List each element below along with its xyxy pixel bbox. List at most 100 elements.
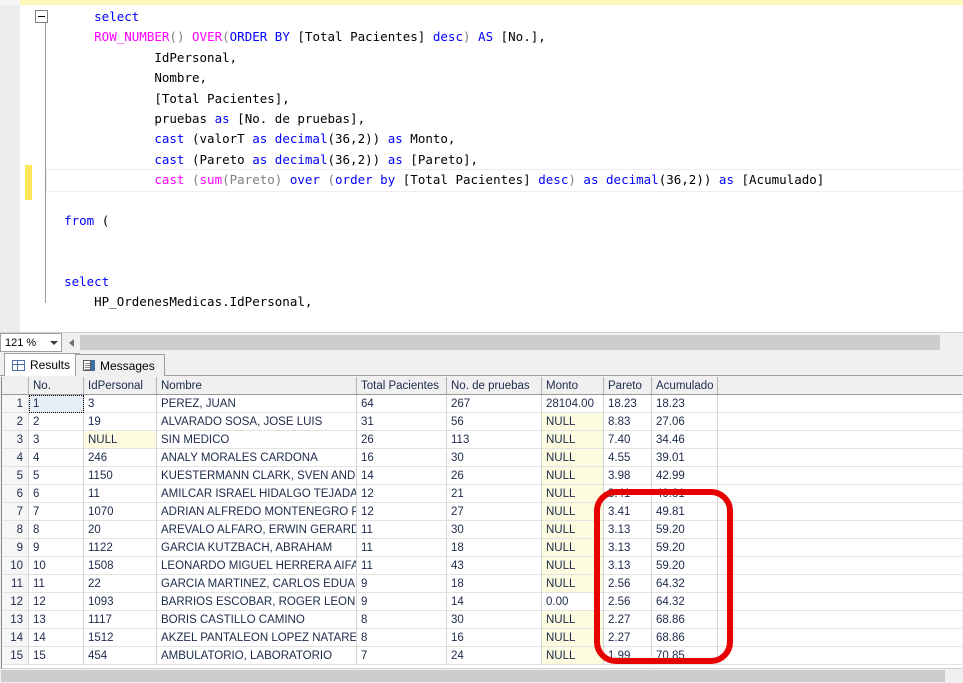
cell-no[interactable]: 15	[29, 647, 84, 665]
code-line-5[interactable]: [Total Pacientes],	[47, 89, 963, 109]
cell-pruebas[interactable]: 18	[447, 539, 542, 557]
cell-idpersonal[interactable]: 20	[84, 521, 157, 539]
code-line-7[interactable]: cast (valorT as decimal(36,2)) as Monto,	[47, 129, 963, 149]
table-row[interactable]: 3 3 NULL SIN MEDICO 26 113 NULL 7.40 34.46	[2, 431, 962, 449]
cell-idpersonal[interactable]: 1508	[84, 557, 157, 575]
cell-no[interactable]: 10	[29, 557, 84, 575]
cell-acumulado[interactable]: 59.20	[652, 539, 718, 557]
table-row[interactable]: 10 10 1508 LEONARDO MIGUEL HERRERA AIFAN 11 4…	[2, 557, 962, 575]
row-header[interactable]: 15	[2, 647, 29, 665]
table-row[interactable]: 12 12 1093 BARRIOS ESCOBAR, ROGER LEONEL 9 14…	[2, 593, 962, 611]
tab-results[interactable]: Results	[4, 353, 81, 376]
cell-monto[interactable]: NULL	[542, 449, 604, 467]
cell-pruebas[interactable]: 18	[447, 575, 542, 593]
cell-acumulado[interactable]: 59.20	[652, 557, 718, 575]
cell-total[interactable]: 14	[357, 467, 447, 485]
cell-pruebas[interactable]: 14	[447, 593, 542, 611]
cell-pareto[interactable]: 3.13	[604, 557, 652, 575]
row-header[interactable]: 11	[2, 575, 29, 593]
column-header-total[interactable]: Total Pacientes	[357, 377, 447, 394]
cell-acumulado[interactable]: 49.81	[652, 485, 718, 503]
cell-pruebas[interactable]: 21	[447, 485, 542, 503]
cell-pareto[interactable]: 3.41	[604, 503, 652, 521]
tab-messages[interactable]: Messages	[75, 354, 165, 376]
cell-pareto[interactable]: 2.27	[604, 629, 652, 647]
cell-monto[interactable]: 0.00	[542, 593, 604, 611]
cell-idpersonal[interactable]: 1070	[84, 503, 157, 521]
cell-acumulado[interactable]: 18.23	[652, 395, 718, 413]
cell-pruebas[interactable]: 30	[447, 611, 542, 629]
cell-no[interactable]: 9	[29, 539, 84, 557]
cell-total[interactable]: 26	[357, 431, 447, 449]
table-row[interactable]: 7 7 1070 ADRIAN ALFREDO MONTENEGRO PAIZ 12 27…	[2, 503, 962, 521]
cell-total[interactable]: 7	[357, 647, 447, 665]
row-header[interactable]: 14	[2, 629, 29, 647]
table-row[interactable]: 1 1 3 PEREZ, JUAN 64 267 28104.00 18.23 18.23	[2, 395, 962, 413]
cell-monto[interactable]: NULL	[542, 467, 604, 485]
table-row[interactable]: 6 6 11 AMILCAR ISRAEL HIDALGO TEJADA 12 21 NUL…	[2, 485, 962, 503]
cell-acumulado[interactable]: 59.20	[652, 521, 718, 539]
cell-total[interactable]: 31	[357, 413, 447, 431]
cell-monto[interactable]: NULL	[542, 629, 604, 647]
column-header-idpersonal[interactable]: IdPersonal	[84, 377, 157, 394]
cell-no[interactable]: 6	[29, 485, 84, 503]
cell-idpersonal[interactable]: 22	[84, 575, 157, 593]
cell-no[interactable]: 11	[29, 575, 84, 593]
cell-pareto[interactable]: 3.13	[604, 539, 652, 557]
row-header[interactable]: 3	[2, 431, 29, 449]
cell-monto[interactable]: 28104.00	[542, 395, 604, 413]
editor-zoom-dropdown[interactable]: 121 %	[0, 333, 62, 352]
cell-nombre[interactable]: AMILCAR ISRAEL HIDALGO TEJADA	[157, 485, 357, 503]
code-line-2[interactable]: ROW_NUMBER() OVER(ORDER BY [Total Pacien…	[47, 27, 963, 47]
cell-total[interactable]: 9	[357, 593, 447, 611]
cell-idpersonal[interactable]: 11	[84, 485, 157, 503]
editor-horizontal-scrollbar[interactable]	[63, 333, 963, 352]
code-line-10[interactable]	[47, 191, 963, 211]
cell-no[interactable]: 5	[29, 467, 84, 485]
cell-nombre[interactable]: GARCIA MARTINEZ, CARLOS EDUARDO	[157, 575, 357, 593]
cell-pruebas[interactable]: 56	[447, 413, 542, 431]
code-line-9[interactable]: cast (sum(Pareto) over (order by [Total …	[46, 169, 963, 192]
code-line-4[interactable]: Nombre,	[47, 68, 963, 88]
cell-total[interactable]: 11	[357, 539, 447, 557]
grid-select-all-corner[interactable]	[2, 377, 29, 394]
cell-idpersonal[interactable]: 19	[84, 413, 157, 431]
sql-editor[interactable]: select ROW_NUMBER() OVER(ORDER BY [Total…	[0, 5, 963, 332]
table-row[interactable]: 13 13 1117 BORIS CASTILLO CAMINO 8 30 NULL 2.27…	[2, 611, 962, 629]
cell-idpersonal[interactable]: 246	[84, 449, 157, 467]
table-row[interactable]: 4 4 246 ANALY MORALES CARDONA 16 30 NULL 4.55 39…	[2, 449, 962, 467]
row-header[interactable]: 7	[2, 503, 29, 521]
cell-total[interactable]: 64	[357, 395, 447, 413]
cell-nombre[interactable]: BARRIOS ESCOBAR, ROGER LEONEL	[157, 593, 357, 611]
cell-no[interactable]: 12	[29, 593, 84, 611]
cell-pareto[interactable]: 18.23	[604, 395, 652, 413]
row-header[interactable]: 9	[2, 539, 29, 557]
editor-hscroll-thumb[interactable]	[80, 335, 940, 350]
column-header-pareto[interactable]: Pareto	[604, 377, 652, 394]
cell-nombre[interactable]: LEONARDO MIGUEL HERRERA AIFAN	[157, 557, 357, 575]
column-header-monto[interactable]: Monto	[542, 377, 604, 394]
cell-total[interactable]: 12	[357, 503, 447, 521]
cell-pruebas[interactable]: 30	[447, 521, 542, 539]
cell-pareto[interactable]: 2.56	[604, 593, 652, 611]
cell-nombre[interactable]: AMBULATORIO, LABORATORIO	[157, 647, 357, 665]
table-row[interactable]: 14 14 1512 AKZEL PANTALEON LOPEZ NATARENO 8 1…	[2, 629, 962, 647]
table-row[interactable]: 9 9 1122 GARCIA KUTZBACH, ABRAHAM 11 18 NULL 3.…	[2, 539, 962, 557]
cell-idpersonal[interactable]: 1512	[84, 629, 157, 647]
cell-pruebas[interactable]: 30	[447, 449, 542, 467]
cell-no[interactable]: 2	[29, 413, 84, 431]
cell-total[interactable]: 12	[357, 485, 447, 503]
results-grid[interactable]: No. IdPersonal Nombre Total Pacientes No. de…	[1, 377, 962, 683]
cell-nombre[interactable]: SIN MEDICO	[157, 431, 357, 449]
cell-total[interactable]: 11	[357, 521, 447, 539]
code-line-1[interactable]: select	[47, 7, 963, 27]
cell-pareto[interactable]: 4.55	[604, 449, 652, 467]
cell-idpersonal[interactable]: 1093	[84, 593, 157, 611]
cell-no[interactable]: 8	[29, 521, 84, 539]
cell-idpersonal[interactable]: 3	[84, 395, 157, 413]
cell-total[interactable]: 8	[357, 611, 447, 629]
cell-nombre[interactable]: ANALY MORALES CARDONA	[157, 449, 357, 467]
column-header-acumulado[interactable]: Acumulado	[652, 377, 718, 394]
cell-pruebas[interactable]: 24	[447, 647, 542, 665]
cell-monto[interactable]: NULL	[542, 413, 604, 431]
